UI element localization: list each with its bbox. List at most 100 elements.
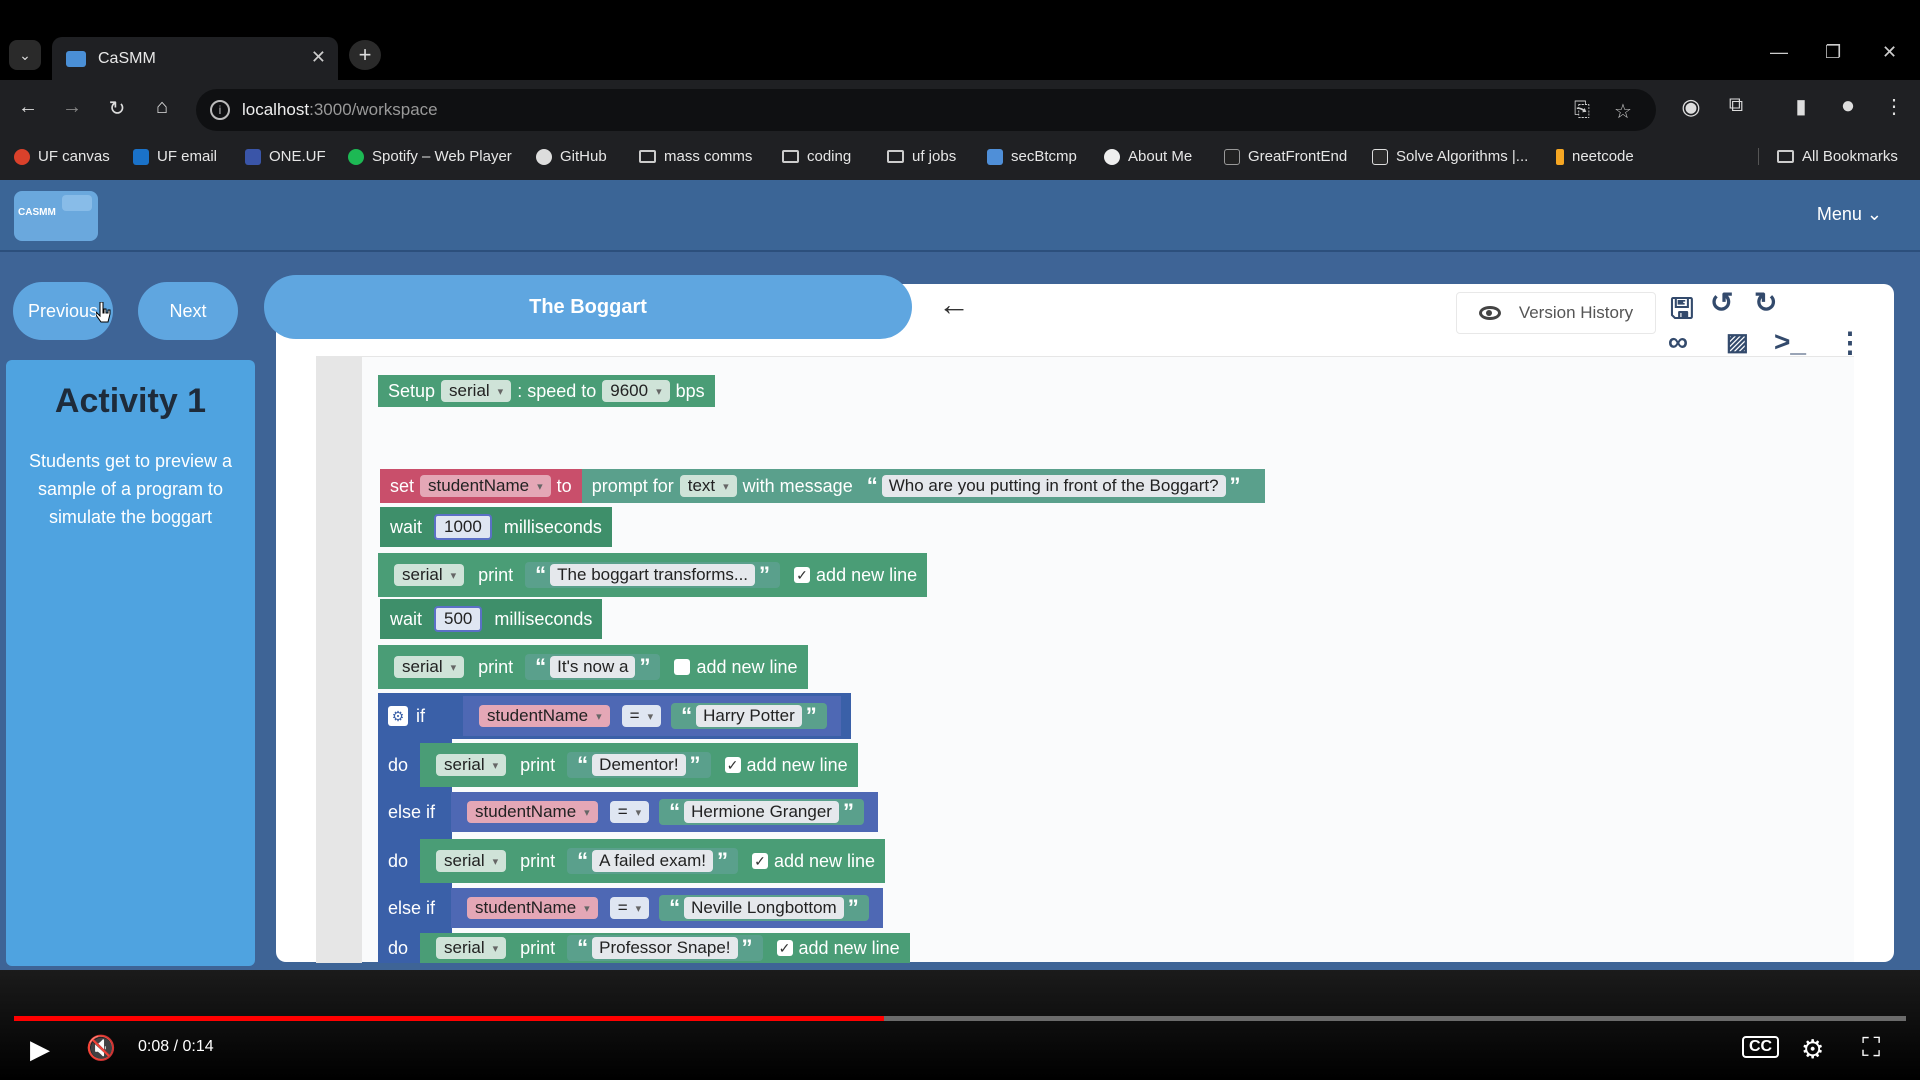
bookmark-uf-canvas[interactable]: UF canvas <box>14 148 110 165</box>
bookmark-all-bookmarks[interactable]: All Bookmarks <box>1758 148 1898 165</box>
message-text[interactable]: Who are you putting in front of the Bogg… <box>881 475 1226 497</box>
port-dropdown[interactable]: serial <box>441 380 512 402</box>
string-block[interactable]: “It's now a” <box>525 654 661 680</box>
wait-block[interactable]: wait 500 milliseconds <box>380 599 603 639</box>
set-variable-block[interactable]: set studentName to prompt for text with … <box>380 469 1265 503</box>
bookmark-uf-jobs[interactable]: uf jobs <box>887 148 956 165</box>
port-dropdown[interactable]: serial <box>436 850 507 872</box>
browser-tab[interactable]: CaSMM ✕ <box>52 37 338 80</box>
string-block[interactable]: “Harry Potter” <box>671 703 827 729</box>
compare-block[interactable]: studentName = “Hermione Granger” <box>451 792 878 832</box>
bookmark-neetcode[interactable]: neetcode <box>1556 148 1634 165</box>
bookmark-greatfrontend[interactable]: GreatFrontEnd <box>1224 148 1347 165</box>
bookmark-secbtcmp[interactable]: secBtcmp <box>987 148 1077 165</box>
address-bar[interactable]: i localhost:3000/workspace ⎘ ☆ <box>196 89 1656 131</box>
progress-bar[interactable] <box>14 1016 1906 1021</box>
bookmark-coding[interactable]: coding <box>782 148 851 165</box>
wait-block[interactable]: wait 1000 milliseconds <box>380 507 612 547</box>
reload-icon[interactable]: ↻ <box>103 96 131 121</box>
newline-checkbox[interactable] <box>674 659 691 675</box>
terminal-icon[interactable]: >_ <box>1774 326 1806 358</box>
minimize-icon[interactable]: — <box>1770 42 1788 63</box>
blockly-workspace[interactable]: Version History 🖫 ↺ ↻ ∞ ▨ >_ ⋮ Setup ser… <box>276 284 1894 963</box>
variable-dropdown[interactable]: studentName <box>420 475 551 497</box>
string-block[interactable]: “Hermione Granger” <box>659 799 864 825</box>
redo-icon[interactable]: ↻ <box>1754 286 1777 319</box>
operator-dropdown[interactable]: = <box>621 705 662 727</box>
operator-dropdown[interactable]: = <box>609 801 650 823</box>
else-if-row[interactable]: else if studentName = “Neville Longbotto… <box>378 885 893 931</box>
speed-dropdown[interactable]: 9600 <box>602 380 670 402</box>
prompt-block[interactable]: prompt for text with message “Who are yo… <box>581 469 1265 503</box>
newline-checkbox[interactable]: ✓ <box>794 567 811 583</box>
if-row[interactable]: ⚙ if studentName = “Harry Potter” <box>378 693 851 739</box>
tab-dropdown-icon[interactable]: ⌄ <box>9 40 41 70</box>
port-dropdown[interactable]: serial <box>394 564 465 586</box>
serial-print-block[interactable]: serial print “The boggart transforms...”… <box>378 553 928 597</box>
gear-icon[interactable]: ⚙ <box>388 706 408 726</box>
extensions-icon[interactable]: ⧉ <box>1722 94 1750 117</box>
cc-icon[interactable]: CC <box>1742 1036 1780 1058</box>
prompt-type-dropdown[interactable]: text <box>679 475 737 497</box>
version-history-button[interactable]: Version History <box>1456 292 1656 334</box>
newline-checkbox[interactable]: ✓ <box>724 757 741 773</box>
string-block[interactable]: “Dementor!” <box>567 752 711 778</box>
restore-icon[interactable]: ❐ <box>1825 42 1841 63</box>
install-icon[interactable]: ⎘ <box>1574 99 1590 122</box>
window-close-icon[interactable]: ✕ <box>1882 42 1897 63</box>
newline-checkbox[interactable]: ✓ <box>751 853 768 869</box>
star-icon[interactable]: ☆ <box>1614 99 1632 124</box>
compare-block[interactable]: studentName = “Neville Longbottom” <box>451 888 883 928</box>
else-if-row[interactable]: else if studentName = “Hermione Granger” <box>378 789 888 835</box>
string-block[interactable]: “Neville Longbottom” <box>659 895 869 921</box>
wait-ms-input[interactable]: 1000 <box>434 514 492 540</box>
next-button[interactable]: Next <box>138 282 238 340</box>
mute-icon[interactable]: 🔇 <box>86 1034 116 1063</box>
variable-dropdown[interactable]: studentName <box>467 897 598 919</box>
setup-serial-block[interactable]: Setup serial : speed to 9600 bps <box>378 375 715 407</box>
port-dropdown[interactable]: serial <box>394 656 465 678</box>
blocks-canvas[interactable]: Setup serial : speed to 9600 bps set stu… <box>316 356 1854 963</box>
extension-avatar-icon[interactable]: ◉ <box>1677 94 1705 120</box>
bookmark-one-uf[interactable]: ONE.UF <box>245 148 326 165</box>
variable-dropdown[interactable]: studentName <box>467 801 598 823</box>
plus-icon[interactable]: + <box>349 40 381 70</box>
wait-ms-input[interactable]: 500 <box>434 606 483 632</box>
more-options-icon[interactable]: ⋮ <box>1836 326 1864 359</box>
fullscreen-icon[interactable]: ⛶ <box>1862 1032 1880 1064</box>
port-dropdown[interactable]: serial <box>436 754 507 776</box>
site-info-icon[interactable]: i <box>210 100 230 120</box>
bookmark-uf-email[interactable]: UF email <box>133 148 217 165</box>
string-block[interactable]: “Professor Snape!” <box>567 935 763 961</box>
arduino-icon[interactable]: ∞ <box>1668 326 1688 358</box>
operator-dropdown[interactable]: = <box>609 897 650 919</box>
serial-print-block[interactable]: serial print “It's now a” add new line <box>378 645 808 689</box>
bookmark-mass-comms[interactable]: mass comms <box>639 148 752 165</box>
bookmark-spotify[interactable]: Spotify – Web Player <box>348 148 512 165</box>
serial-print-block[interactable]: serial print “Professor Snape!” ✓add new… <box>420 933 910 963</box>
string-block[interactable]: “The boggart transforms...” <box>525 562 781 588</box>
back-arrow-icon[interactable]: ← <box>938 286 970 323</box>
variable-dropdown[interactable]: studentName <box>479 705 610 727</box>
profile-avatar[interactable]: ● <box>1834 92 1862 120</box>
serial-print-block[interactable]: serial print “Dementor!” ✓add new line <box>420 743 858 787</box>
port-dropdown[interactable]: serial <box>436 937 507 959</box>
undo-icon[interactable]: ↺ <box>1710 286 1733 319</box>
settings-icon[interactable]: ⚙ <box>1801 1034 1824 1065</box>
home-icon[interactable]: ⌂ <box>148 96 176 119</box>
compare-block[interactable]: studentName = “Harry Potter” <box>463 696 841 736</box>
image-icon[interactable]: ▨ <box>1726 328 1749 357</box>
bookmark-github[interactable]: GitHub <box>536 148 607 165</box>
back-icon[interactable]: ← <box>14 96 42 119</box>
bookmark-about-me[interactable]: About Me <box>1104 148 1192 165</box>
string-block[interactable]: “A failed exam!” <box>567 848 738 874</box>
bookmark-solve-algorithms[interactable]: Solve Algorithms |... <box>1372 148 1528 165</box>
menu-dropdown[interactable]: Menu ⌄ <box>1817 204 1882 225</box>
casmm-logo[interactable]: CASMM <box>14 191 98 241</box>
serial-print-block[interactable]: serial print “A failed exam!” ✓add new l… <box>420 839 886 883</box>
newline-checkbox[interactable]: ✓ <box>776 940 793 956</box>
more-icon[interactable]: ⋮ <box>1880 94 1908 119</box>
close-icon[interactable]: ✕ <box>311 47 326 68</box>
message-string-block[interactable]: “Who are you putting in front of the Bog… <box>856 473 1251 499</box>
side-panel-icon[interactable]: ▮ <box>1787 94 1815 119</box>
